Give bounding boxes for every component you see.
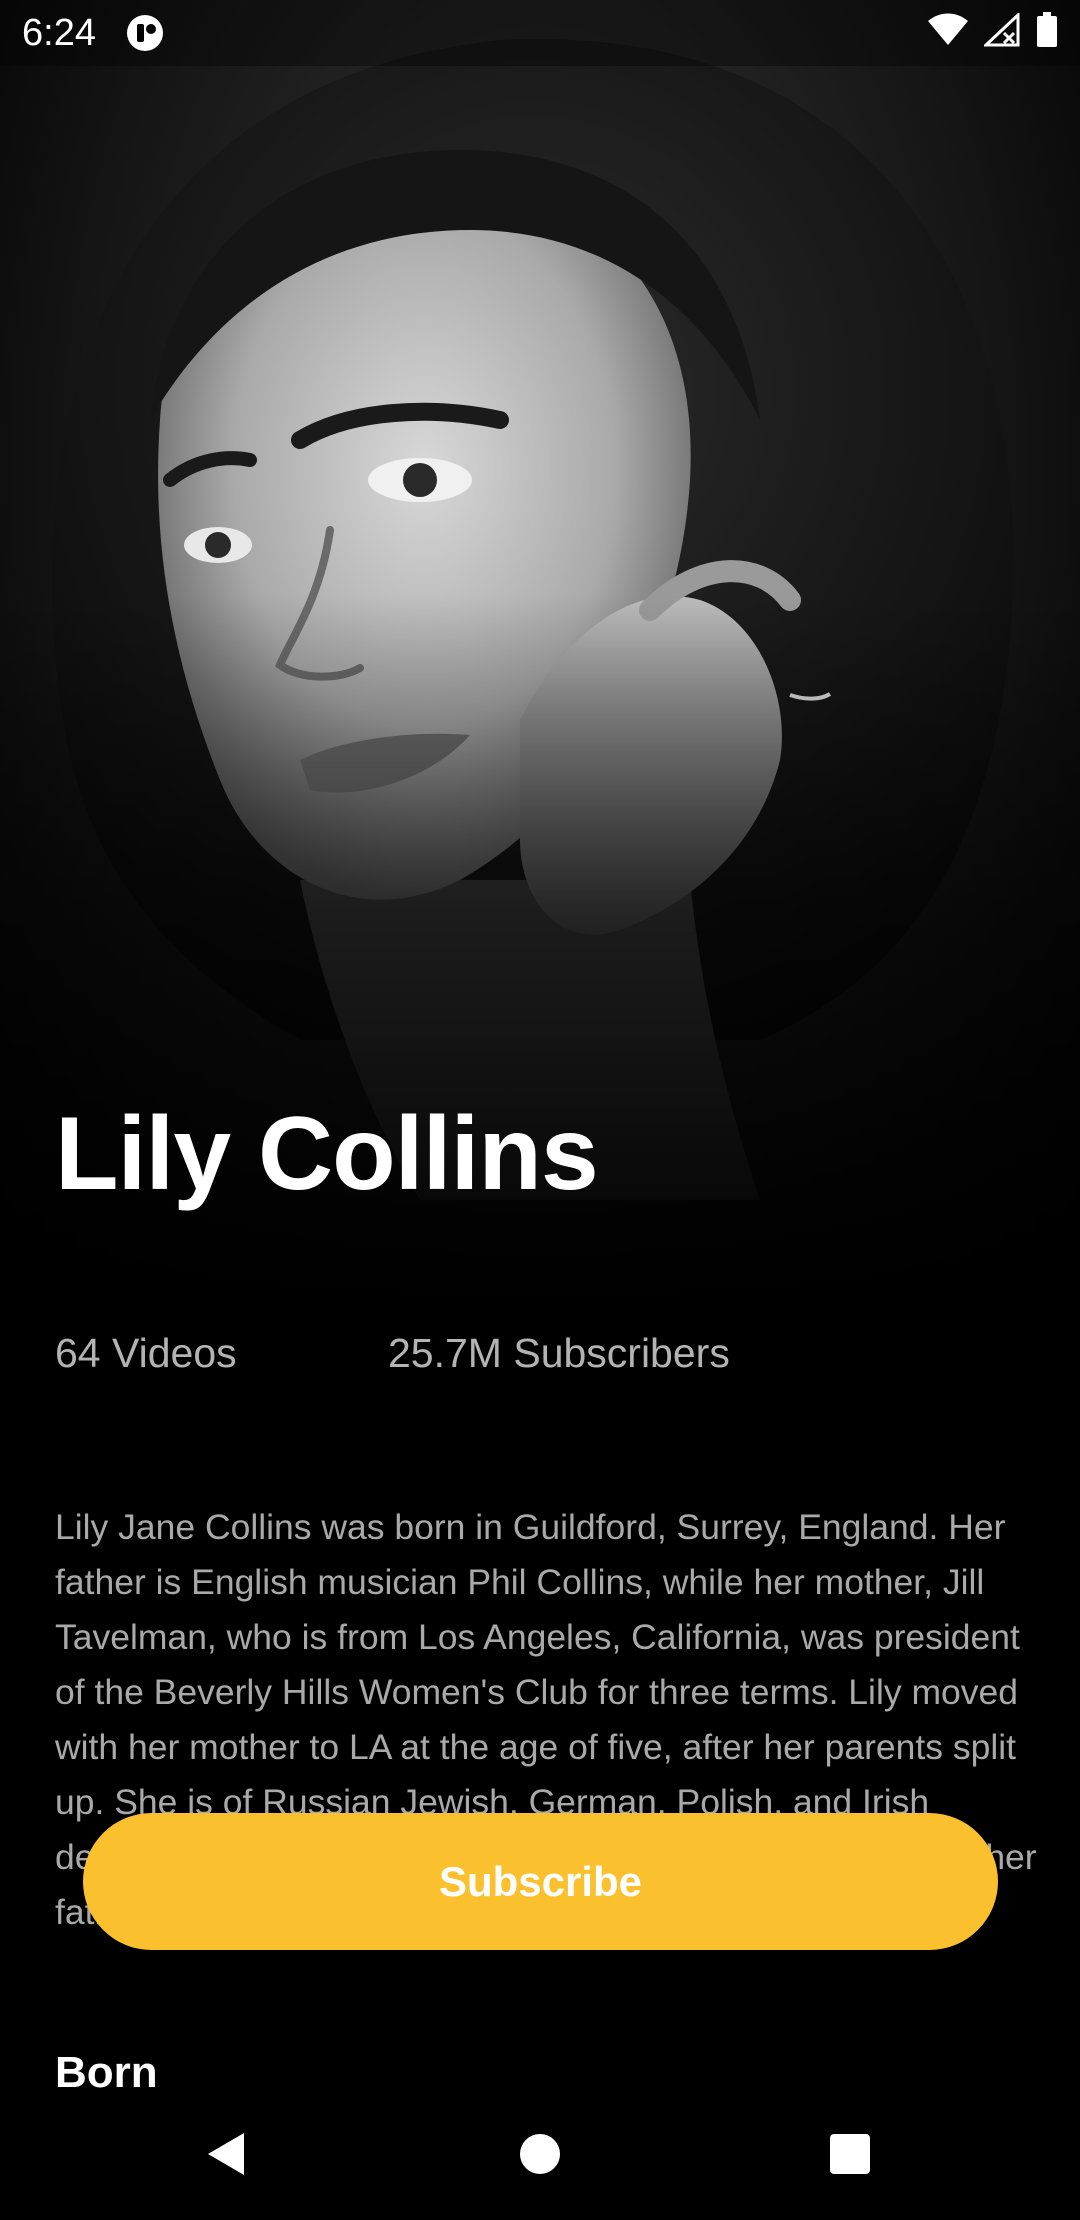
back-icon: [208, 2133, 244, 2175]
subscribe-button[interactable]: Subscribe: [83, 1813, 998, 1950]
system-navigation-bar: [0, 2088, 1080, 2220]
status-bar: 6:24: [0, 0, 1080, 66]
channel-stats: 64 Videos 25.7M Subscribers: [55, 1330, 1035, 1390]
videos-count: 64 Videos: [55, 1330, 237, 1376]
subscribers-count: 25.7M Subscribers: [388, 1330, 730, 1376]
cellular-signal-icon: [984, 13, 1020, 47]
wifi-icon: [928, 13, 968, 45]
home-icon: [520, 2134, 560, 2174]
recents-icon: [830, 2134, 870, 2174]
nav-home-button[interactable]: [460, 2088, 620, 2220]
battery-icon: [1037, 12, 1057, 47]
app-notification-icon: [127, 15, 163, 51]
status-icons: [928, 12, 1058, 48]
nav-recents-button[interactable]: [770, 2088, 930, 2220]
born-section-heading: Born: [55, 2048, 158, 2092]
status-time: 6:24: [22, 12, 96, 54]
nav-back-button[interactable]: [146, 2088, 306, 2220]
artist-name-title: Lily Collins: [55, 1096, 599, 1212]
artist-profile-screen: 6:24 Lily Collins 64 Videos 25.7M Subscr…: [0, 0, 1080, 2220]
